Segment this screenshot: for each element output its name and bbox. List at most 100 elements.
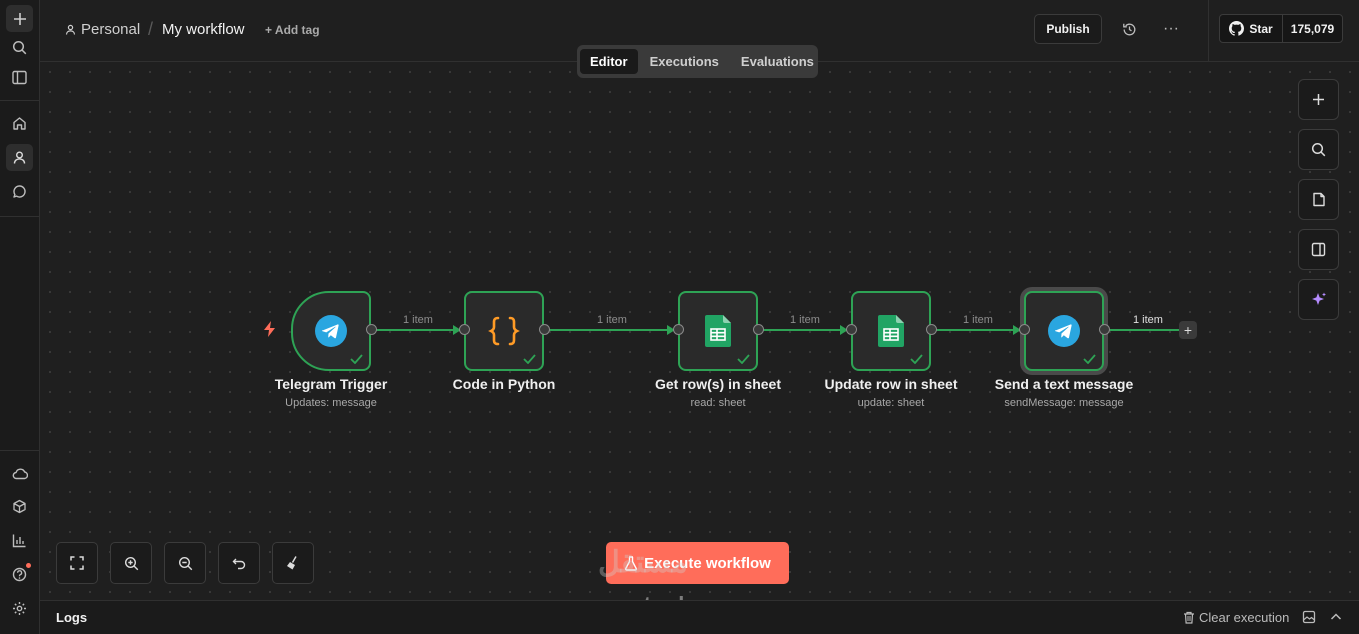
- node-get-rows-in-sheet[interactable]: [678, 291, 758, 371]
- fit-view-icon: [70, 556, 84, 570]
- search-nodes-button[interactable]: [1298, 129, 1339, 170]
- tab-editor[interactable]: Editor: [580, 49, 638, 74]
- fit-view-button[interactable]: [56, 542, 98, 584]
- telegram-icon: [1048, 315, 1080, 347]
- cloud-icon[interactable]: [6, 460, 33, 487]
- panel-icon: [1311, 242, 1326, 257]
- node-telegram-trigger[interactable]: [291, 291, 371, 371]
- success-check-icon: [737, 354, 750, 364]
- node-subtitle: sendMessage: message: [1004, 397, 1124, 409]
- tab-executions[interactable]: Executions: [640, 49, 729, 74]
- google-sheets-icon: [878, 315, 904, 347]
- github-icon: [1229, 21, 1245, 36]
- edge-item-count: 1 item: [790, 314, 820, 326]
- left-sidebar: [0, 0, 40, 634]
- trigger-bolt-icon: [264, 321, 275, 337]
- connection-line[interactable]: [936, 329, 1014, 331]
- breadcrumb-project[interactable]: Personal: [65, 21, 140, 38]
- rail-divider: [0, 100, 39, 101]
- personal-user-icon[interactable]: [6, 144, 33, 171]
- node-code-in-python[interactable]: [464, 291, 544, 371]
- input-handle[interactable]: [846, 324, 857, 335]
- toggle-panel-button[interactable]: [1298, 229, 1339, 270]
- github-star-label: Star: [1249, 21, 1273, 36]
- connection-line[interactable]: [763, 329, 841, 331]
- chat-icon[interactable]: [6, 178, 33, 205]
- edge-item-count: 1 item: [403, 314, 433, 326]
- connection-line[interactable]: [1109, 329, 1179, 331]
- output-handle[interactable]: [1099, 324, 1110, 335]
- chevron-up-icon[interactable]: [1330, 612, 1342, 622]
- output-handle[interactable]: [539, 324, 550, 335]
- logs-title: Logs: [56, 610, 88, 625]
- success-check-icon: [1083, 354, 1096, 364]
- home-icon[interactable]: [6, 110, 33, 137]
- clear-execution-button[interactable]: Clear execution: [1183, 610, 1289, 625]
- notification-dot: [26, 563, 31, 568]
- connection-line[interactable]: [376, 329, 454, 331]
- rail-divider: [0, 450, 39, 451]
- edge-item-count: 1 item: [963, 314, 993, 326]
- input-handle[interactable]: [1019, 324, 1030, 335]
- zoom-in-icon: [124, 556, 138, 570]
- undo-button[interactable]: [218, 542, 260, 584]
- output-handle[interactable]: [926, 324, 937, 335]
- input-handle[interactable]: [673, 324, 684, 335]
- workflow-title[interactable]: My workflow: [162, 21, 245, 38]
- google-sheets-icon: [705, 315, 731, 347]
- github-star-button[interactable]: Star: [1220, 15, 1283, 42]
- edge-item-count: 1 item: [597, 314, 627, 326]
- pop-out-icon[interactable]: [1302, 610, 1316, 624]
- publish-button[interactable]: Publish: [1034, 14, 1102, 44]
- toggle-sidebar-icon[interactable]: [6, 64, 33, 91]
- success-check-icon: [350, 354, 363, 364]
- node-label: Update row in sheet: [824, 376, 958, 392]
- node-label: Get row(s) in sheet: [654, 376, 782, 392]
- connection-line[interactable]: [549, 329, 668, 331]
- history-icon[interactable]: [1118, 18, 1140, 40]
- node-label: Code in Python: [452, 376, 556, 392]
- node-update-row-in-sheet[interactable]: [851, 291, 931, 371]
- add-next-node-button[interactable]: +: [1179, 321, 1197, 339]
- plus-icon: [1313, 94, 1324, 105]
- node-subtitle: update: sheet: [857, 397, 925, 409]
- node-send-text-message[interactable]: [1024, 291, 1104, 371]
- settings-gear-icon[interactable]: [6, 595, 33, 622]
- rail-divider: [0, 216, 39, 217]
- github-star-widget[interactable]: Star 175,079: [1219, 14, 1343, 43]
- input-handle[interactable]: [459, 324, 470, 335]
- telegram-icon: [315, 315, 347, 347]
- create-plus-icon[interactable]: [6, 5, 33, 32]
- more-options-icon[interactable]: ···: [1160, 18, 1182, 40]
- github-star-count: 175,079: [1290, 21, 1335, 36]
- logs-panel-bar[interactable]: Logs Clear execution: [40, 600, 1359, 634]
- view-tabs: Editor Executions Evaluations: [577, 45, 818, 78]
- watermark-logo: مستقل: [598, 546, 688, 579]
- node-subtitle: Updates: message: [285, 397, 377, 409]
- ai-assistant-button[interactable]: [1298, 279, 1339, 320]
- output-handle[interactable]: [366, 324, 377, 335]
- zoom-out-icon: [178, 556, 192, 570]
- success-check-icon: [910, 354, 923, 364]
- undo-icon: [232, 558, 245, 569]
- templates-box-icon[interactable]: [6, 493, 33, 520]
- header-divider: [1208, 0, 1209, 61]
- add-tag-button[interactable]: + Add tag: [265, 23, 320, 37]
- trash-icon: [1184, 611, 1194, 624]
- edge-item-count: 1 item: [1133, 314, 1163, 326]
- add-sticky-note-button[interactable]: [1298, 179, 1339, 220]
- add-node-button[interactable]: [1298, 79, 1339, 120]
- zoom-out-button[interactable]: [164, 542, 206, 584]
- search-icon[interactable]: [6, 34, 33, 61]
- output-handle[interactable]: [753, 324, 764, 335]
- insights-chart-icon[interactable]: [6, 527, 33, 554]
- code-braces-icon: [488, 316, 520, 346]
- node-label: Telegram Trigger: [274, 376, 388, 392]
- breadcrumb-separator: /: [148, 19, 154, 39]
- tidy-up-button[interactable]: [272, 542, 314, 584]
- zoom-in-button[interactable]: [110, 542, 152, 584]
- search-icon: [1311, 142, 1326, 157]
- sticky-note-icon: [1312, 192, 1325, 207]
- tab-evaluations[interactable]: Evaluations: [731, 49, 824, 74]
- broom-icon: [287, 556, 297, 570]
